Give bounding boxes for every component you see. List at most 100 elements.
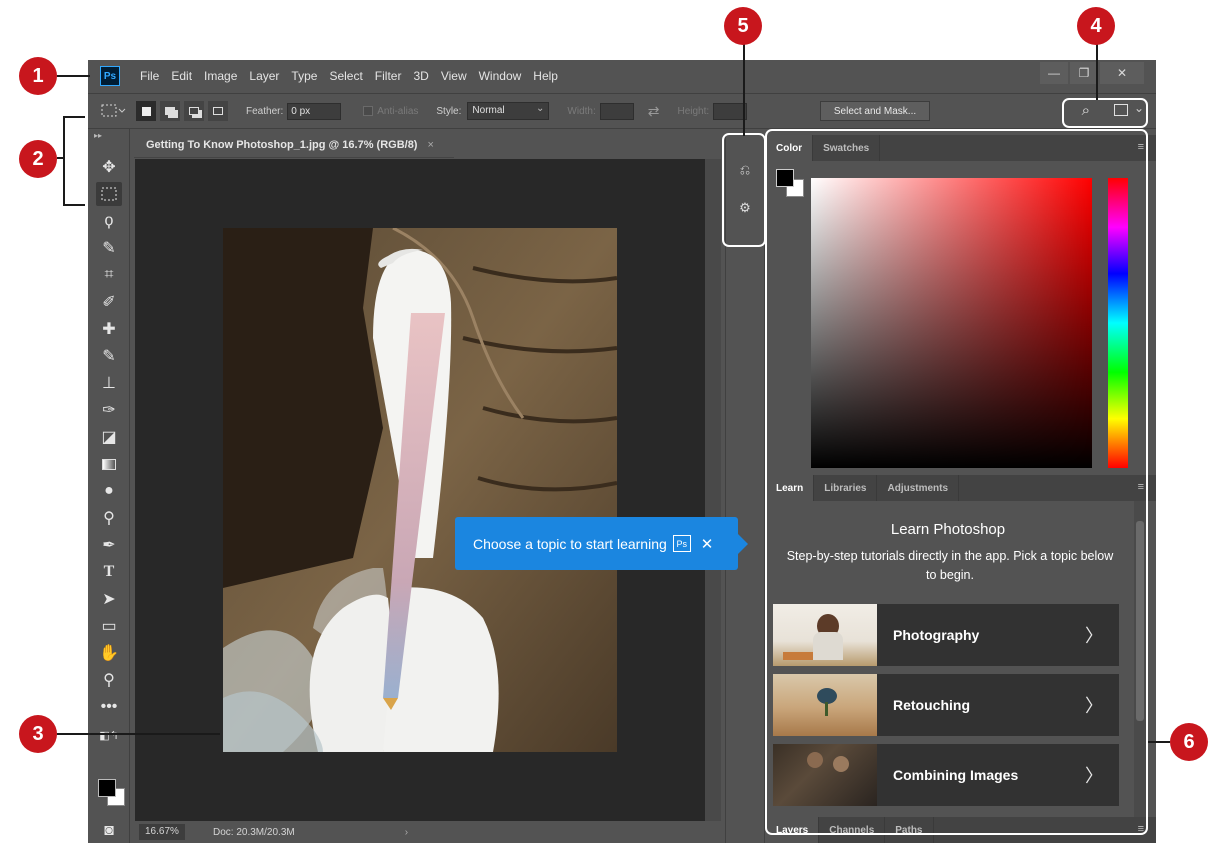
healing-brush-icon[interactable]: ✚ <box>96 317 122 341</box>
menu-filter[interactable]: Filter <box>375 69 402 83</box>
tooltip-close-icon[interactable]: ✕ <box>701 535 714 553</box>
marquee-tool-icon[interactable] <box>96 182 122 206</box>
topic-photography[interactable]: Photography 〉 <box>773 604 1119 666</box>
rectangle-tool-icon[interactable]: ▭ <box>96 614 122 638</box>
menu-3d[interactable]: 3D <box>413 69 428 83</box>
quick-mask-icon[interactable]: ◙ <box>96 819 122 843</box>
tool-preset-picker[interactable] <box>98 100 128 122</box>
panel-menu-icon[interactable]: ≡ <box>1138 481 1144 493</box>
retouching-thumbnail <box>773 674 877 736</box>
type-tool-icon[interactable]: T <box>96 560 122 584</box>
panel-menu-icon[interactable]: ≡ <box>1138 141 1144 153</box>
width-input[interactable] <box>599 102 634 120</box>
minimize-button[interactable]: — <box>1040 62 1068 84</box>
subtract-selection-icon[interactable] <box>184 101 204 121</box>
tools-panel: ▸▸ ✥ ϙ ✎ ⌗ ✐ ✚ ✎ ⊥ ✑ ◪ ● ⚲ ✒ T ➤ ▭ ✋ ⚲ •… <box>88 129 130 843</box>
gradient-tool-icon[interactable] <box>96 452 122 476</box>
callout-5: 5 <box>724 7 762 45</box>
add-selection-icon[interactable] <box>160 101 180 121</box>
tab-channels[interactable]: Channels <box>819 817 886 843</box>
canvas-scrollbar[interactable] <box>705 159 721 821</box>
clone-stamp-icon[interactable]: ⊥ <box>96 371 122 395</box>
menu-help[interactable]: Help <box>533 69 558 83</box>
photography-thumbnail <box>773 604 877 666</box>
tab-swatches[interactable]: Swatches <box>813 135 881 161</box>
move-tool-icon[interactable]: ✥ <box>96 155 122 179</box>
quick-selection-icon[interactable]: ✎ <box>96 236 122 260</box>
topic-label: Photography <box>893 627 980 643</box>
more-tools-icon[interactable]: ••• <box>96 695 122 719</box>
blur-tool-icon[interactable]: ● <box>96 479 122 503</box>
foreground-color[interactable] <box>98 779 116 797</box>
hand-tool-icon[interactable]: ✋ <box>96 641 122 665</box>
search-icon[interactable]: ⌕ <box>1082 102 1090 119</box>
tab-libraries[interactable]: Libraries <box>814 475 878 501</box>
style-select[interactable]: Normal <box>467 101 550 120</box>
eraser-icon[interactable]: ◪ <box>96 425 122 449</box>
scrollbar-thumb[interactable] <box>1136 521 1144 721</box>
color-panel-tabs: Color Swatches ≡ <box>766 135 1156 161</box>
crop-tool-icon[interactable]: ⌗ <box>96 263 122 287</box>
feather-input[interactable]: 0 px <box>287 102 342 120</box>
hue-slider[interactable] <box>1108 178 1128 468</box>
width-label: Width: <box>567 105 596 117</box>
swap-icon[interactable]: ⇄ <box>648 103 660 120</box>
tab-layers[interactable]: Layers <box>766 817 820 843</box>
ps-badge-icon: Ps <box>672 535 691 552</box>
eyedropper-icon[interactable]: ✐ <box>96 290 122 314</box>
lasso-tool-icon[interactable]: ϙ <box>96 209 122 233</box>
intersect-selection-icon[interactable] <box>208 101 228 121</box>
chevron-down-icon[interactable]: ⌄ <box>1134 101 1144 115</box>
antialias-checkbox[interactable] <box>363 106 374 116</box>
menu-type[interactable]: Type <box>291 69 317 83</box>
panel-menu-icon[interactable]: ≡ <box>1138 823 1144 835</box>
panel-foreground-color[interactable] <box>776 169 794 187</box>
tab-paths[interactable]: Paths <box>885 817 934 843</box>
color-field[interactable] <box>811 178 1092 468</box>
topic-label: Retouching <box>893 697 970 713</box>
color-panel <box>766 161 1156 475</box>
close-icon[interactable]: × <box>427 139 433 151</box>
history-brush-icon[interactable]: ✑ <box>96 398 122 422</box>
tab-adjustments[interactable]: Adjustments <box>877 475 960 501</box>
topic-retouching[interactable]: Retouching 〉 <box>773 674 1119 736</box>
zoom-level[interactable]: 16.67% <box>139 824 185 840</box>
select-and-mask-button[interactable]: Select and Mask... <box>820 101 930 121</box>
workspace-icon[interactable] <box>1114 104 1128 116</box>
maximize-button[interactable]: ❐ <box>1070 62 1098 84</box>
menu-select[interactable]: Select <box>329 69 362 83</box>
properties-panel-icon[interactable]: ⚙ <box>734 197 756 219</box>
color-swatches[interactable] <box>98 779 128 809</box>
status-bar: 16.67% Doc: 20.3M/20.3M › <box>135 821 721 843</box>
path-selection-icon[interactable]: ➤ <box>96 587 122 611</box>
swap-colors-icon[interactable]: ◧↰ <box>96 723 122 747</box>
learn-scrollbar[interactable] <box>1134 501 1146 817</box>
brush-tool-icon[interactable]: ✎ <box>96 344 122 368</box>
menu-layer[interactable]: Layer <box>249 69 279 83</box>
menu-image[interactable]: Image <box>204 69 237 83</box>
feather-label: Feather: <box>246 105 284 117</box>
learn-panel-tabs: Learn Libraries Adjustments ≡ <box>766 475 1156 501</box>
menu-edit[interactable]: Edit <box>171 69 192 83</box>
menu-file[interactable]: File <box>140 69 159 83</box>
callout-line-1 <box>57 75 90 77</box>
marquee-icon <box>101 104 126 117</box>
pen-tool-icon[interactable]: ✒ <box>96 533 122 557</box>
zoom-tool-icon[interactable]: ⚲ <box>96 668 122 692</box>
tab-color[interactable]: Color <box>766 135 814 161</box>
options-bar: Feather: 0 px Anti-alias Style: Normal W… <box>88 93 1156 129</box>
status-menu-icon[interactable]: › <box>405 827 408 838</box>
dodge-tool-icon[interactable]: ⚲ <box>96 506 122 530</box>
close-button[interactable]: ✕ <box>1100 62 1144 84</box>
document-tab[interactable]: Getting To Know Photoshop_1.jpg @ 16.7% … <box>134 132 454 158</box>
menu-view[interactable]: View <box>441 69 467 83</box>
callout-2: 2 <box>19 140 57 178</box>
history-panel-icon[interactable]: ⎌ <box>734 159 756 181</box>
menu-window[interactable]: Window <box>479 69 522 83</box>
tab-learn[interactable]: Learn <box>766 475 815 501</box>
expand-toolbar-icon[interactable]: ▸▸ <box>94 131 102 140</box>
collapsed-panels: ⎌ ⚙ <box>725 135 765 843</box>
topic-combining-images[interactable]: Combining Images 〉 <box>773 744 1119 806</box>
new-selection-icon[interactable] <box>136 101 156 121</box>
photoshop-logo: Ps <box>100 66 120 86</box>
